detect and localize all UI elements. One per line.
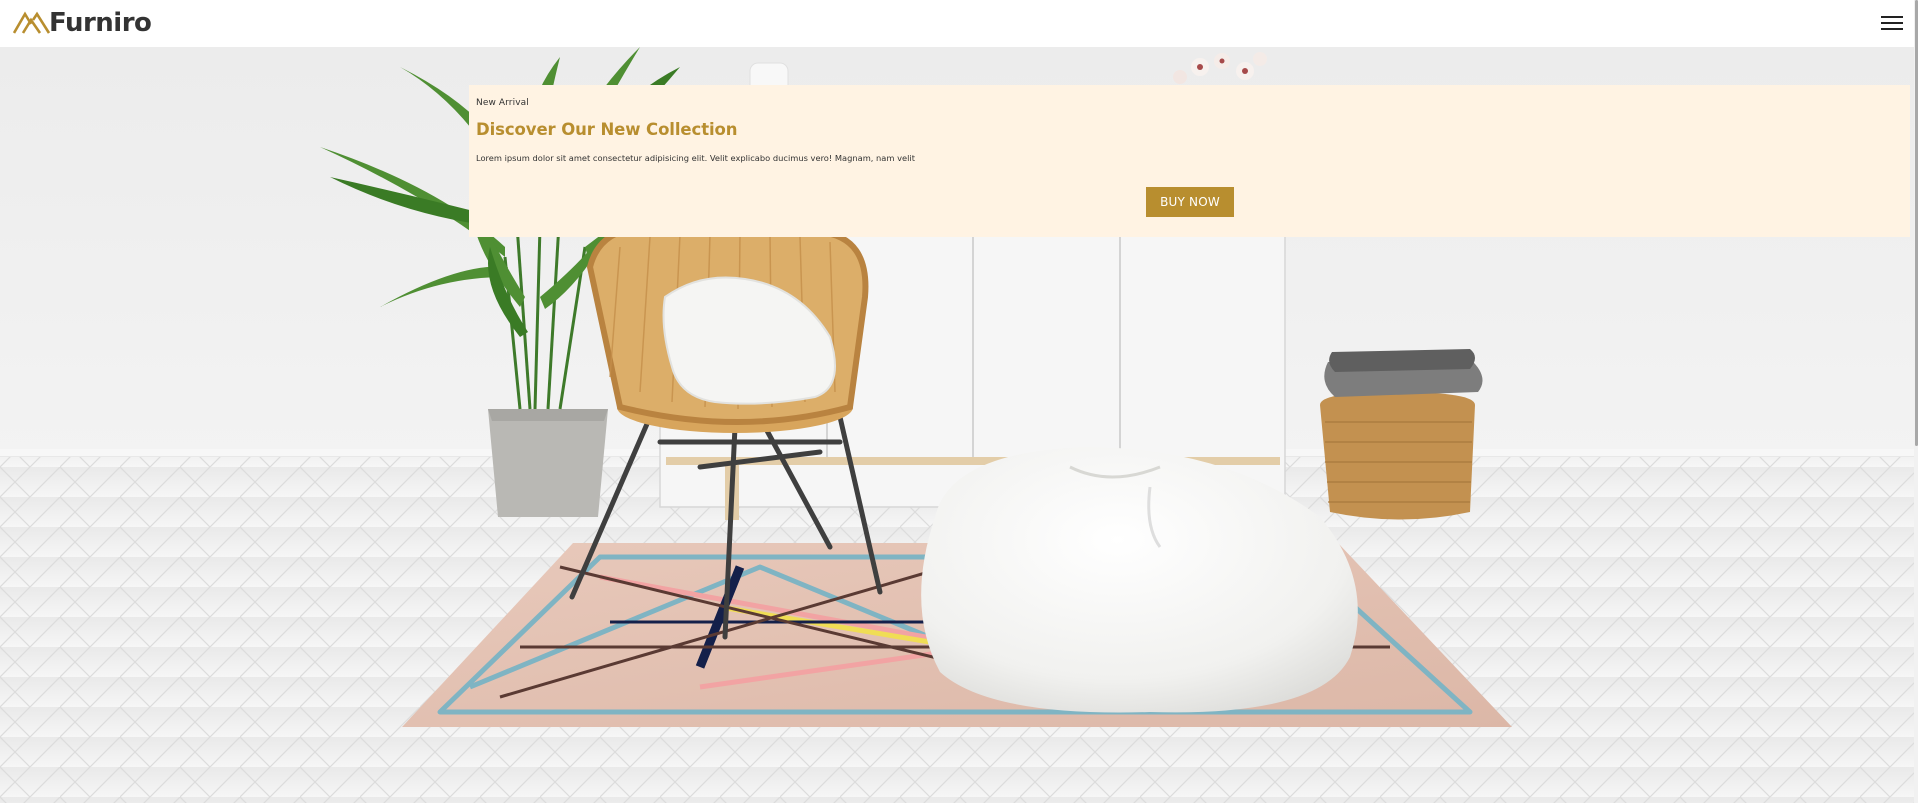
promo-description: Lorem ipsum dolor sit amet consectetur a…	[476, 153, 915, 163]
promo-eyebrow: New Arrival	[476, 98, 529, 108]
brand-name: Furniro	[49, 8, 152, 38]
hamburger-menu-button[interactable]	[1880, 12, 1904, 34]
hamburger-menu-icon	[1881, 16, 1903, 30]
furniro-logo-icon	[13, 11, 50, 34]
site-header: Furniro	[0, 0, 1918, 47]
promo-card: New Arrival Discover Our New Collection …	[469, 85, 1910, 237]
buy-now-button[interactable]: BUY NOW	[1146, 187, 1234, 217]
promo-title: Discover Our New Collection	[476, 120, 738, 139]
brand-logo-link[interactable]: Furniro	[13, 8, 152, 38]
